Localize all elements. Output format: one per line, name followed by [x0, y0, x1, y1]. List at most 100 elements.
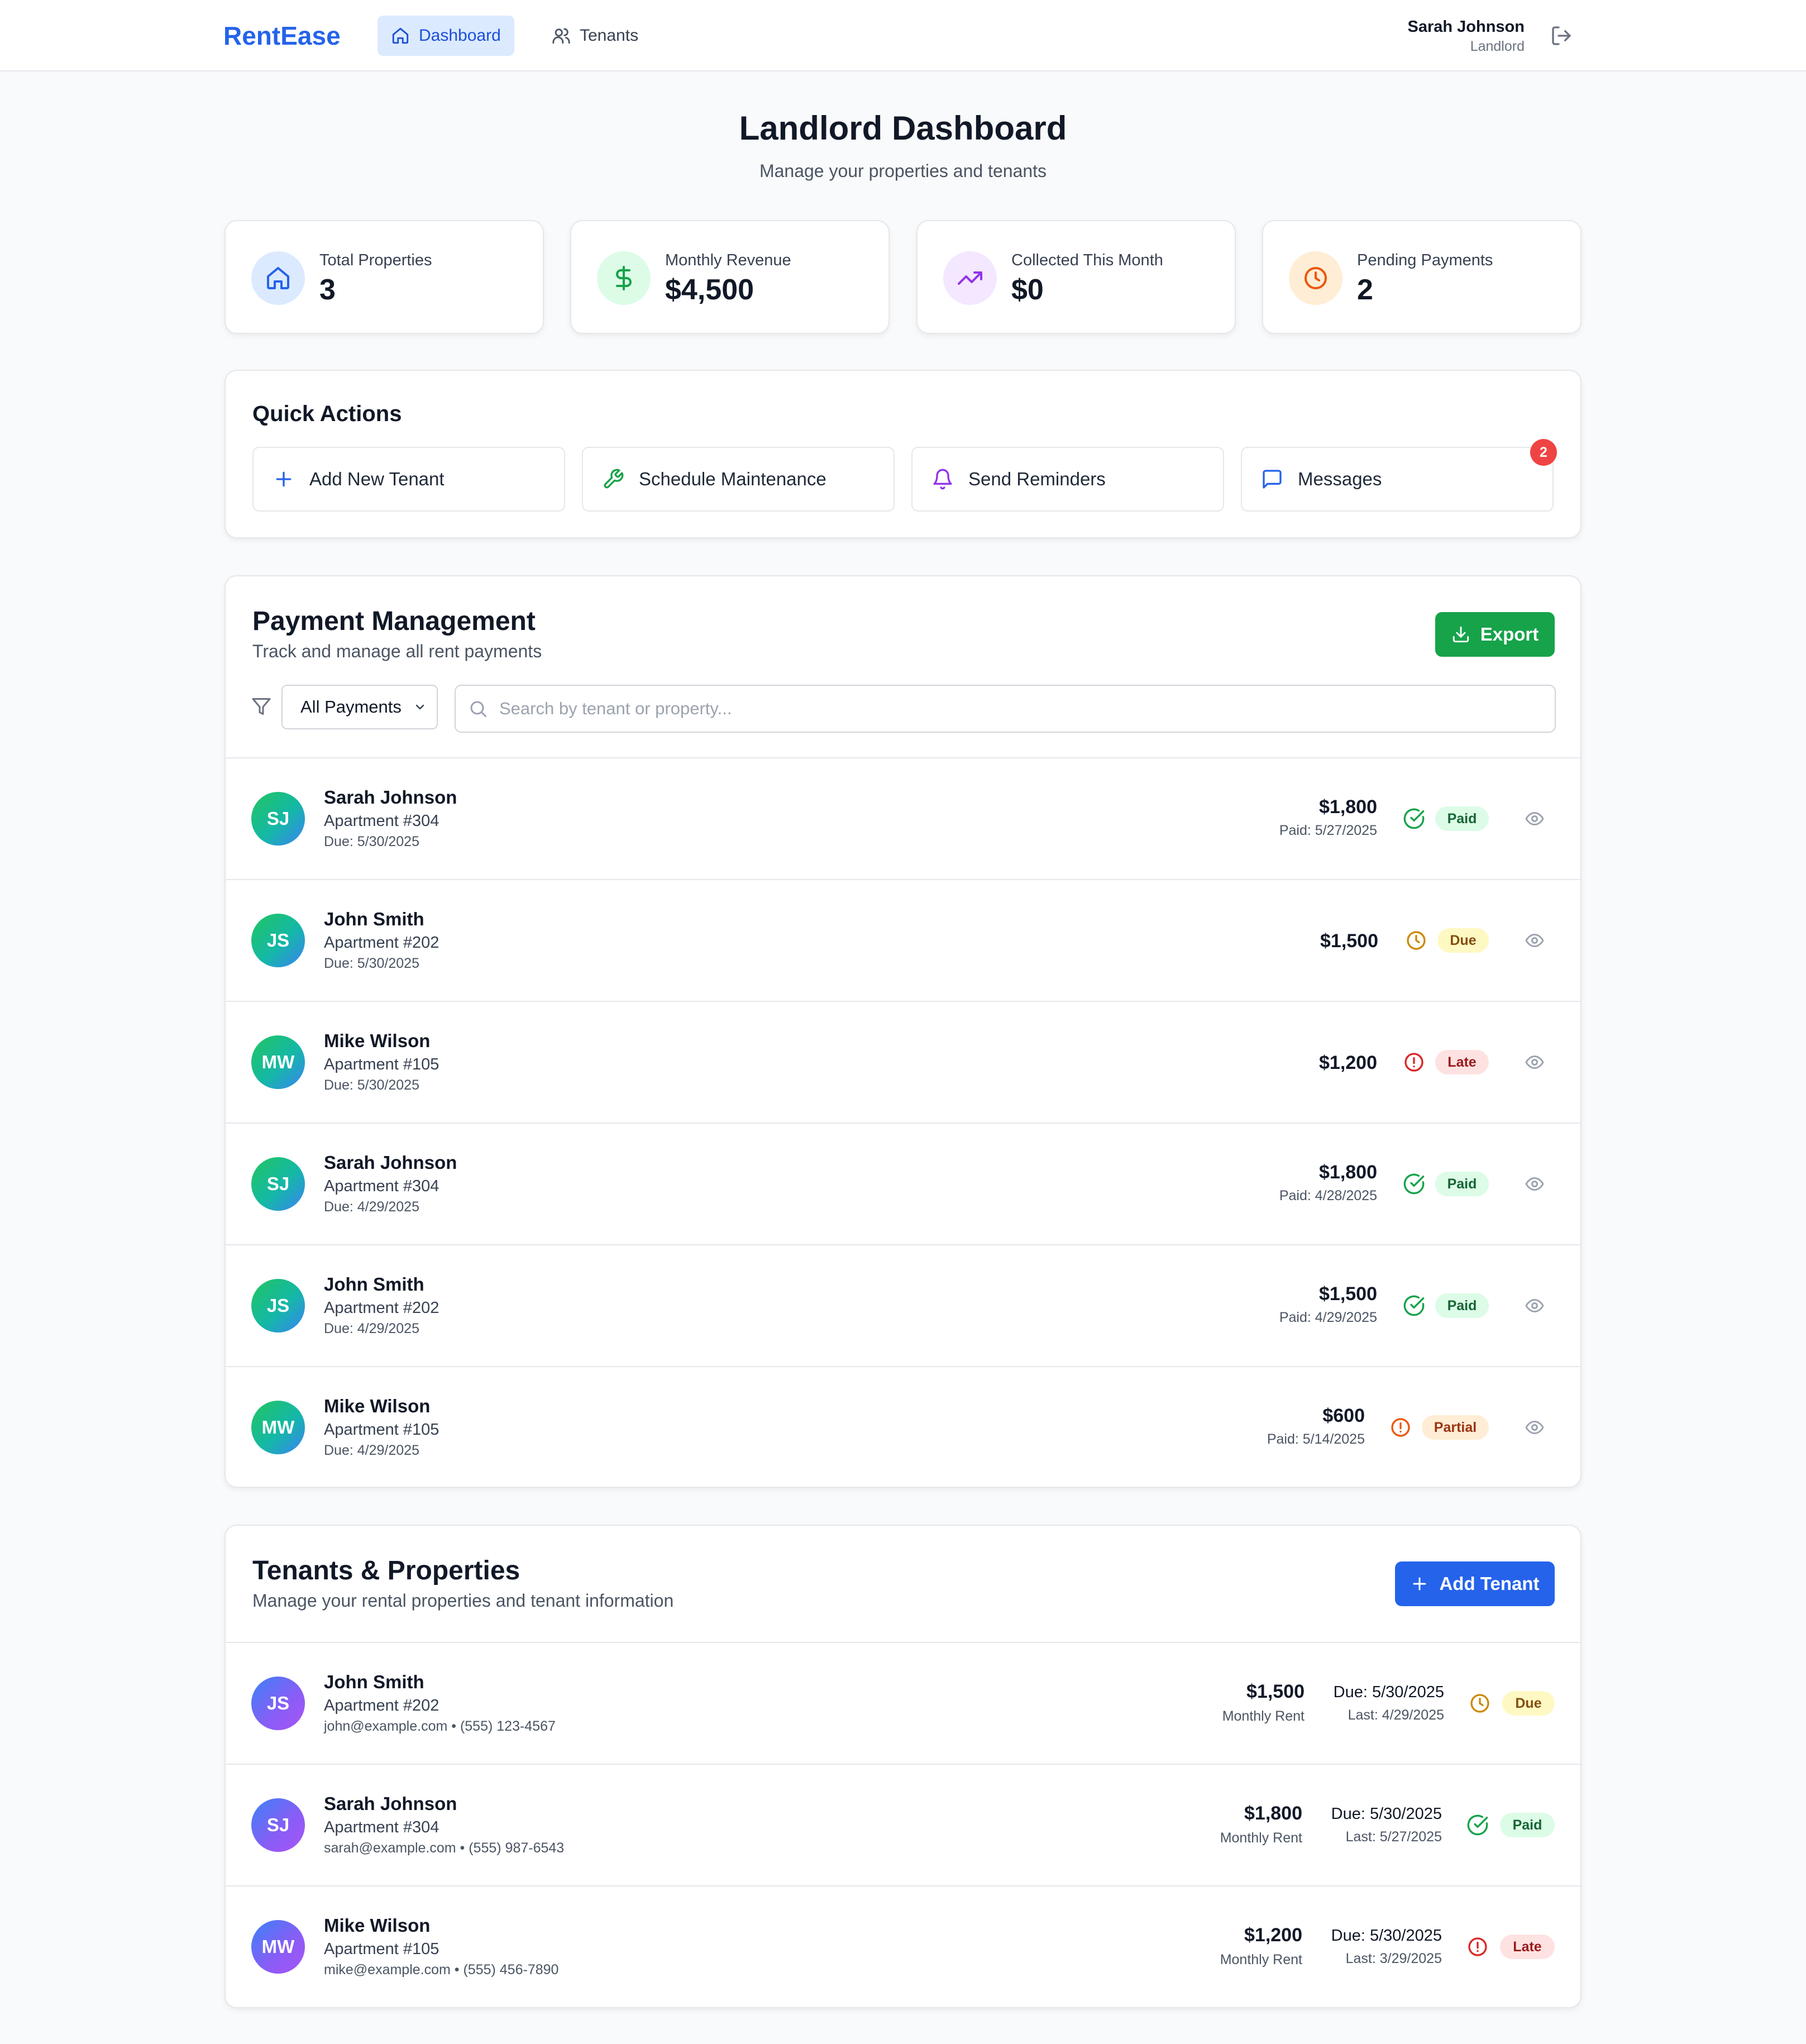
add-new-tenant-button[interactable]: Add New Tenant [252, 447, 565, 512]
quick-actions-panel: Quick Actions Add New Tenant Schedule Ma… [224, 370, 1582, 538]
stat-label: Total Properties [319, 251, 432, 269]
apartment: Apartment #202 [324, 1697, 439, 1715]
next-due-date: Due: 5/30/2025 [1331, 1927, 1442, 1945]
tenant-contact: sarah@example.com • (555) 987-6543 [324, 1840, 565, 1856]
payment-search-input[interactable] [499, 699, 1549, 719]
brand-logo[interactable]: RentEase [223, 20, 341, 51]
stat-label: Monthly Revenue [665, 251, 791, 269]
eye-icon[interactable] [1525, 1417, 1545, 1438]
stat-value: 2 [1357, 274, 1373, 306]
eye-icon[interactable] [1525, 1296, 1545, 1316]
monthly-rent-label: Monthly Rent [1220, 1952, 1302, 1967]
payment-row[interactable]: JS John Smith Apartment #202 Due: 5/30/2… [226, 879, 1580, 1001]
tenant-contact: mike@example.com • (555) 456-7890 [324, 1962, 559, 1978]
payment-search-box[interactable] [455, 685, 1556, 733]
payment-row[interactable]: JS John Smith Apartment #202 Due: 4/29/2… [226, 1244, 1580, 1366]
send-reminders-button[interactable]: Send Reminders [911, 447, 1224, 512]
tenant-name: Sarah Johnson [324, 787, 457, 808]
tenant-row[interactable]: JS John Smith Apartment #202 john@exampl… [226, 1642, 1580, 1764]
quick-actions-title: Quick Actions [252, 402, 402, 426]
payment-amount: $1,200 [1319, 1052, 1377, 1073]
stat-icon-wrap [597, 251, 651, 305]
button-label: Add New Tenant [309, 469, 445, 489]
last-payment-date: Last: 4/29/2025 [1348, 1707, 1444, 1723]
due-date: Due: 4/29/2025 [324, 1199, 419, 1215]
nav-tenants-label: Tenants [580, 26, 639, 45]
wrench-icon [604, 469, 624, 489]
tenant-name: John Smith [324, 1672, 424, 1692]
status-badge: Late [1435, 1050, 1489, 1074]
tenant-name: John Smith [324, 1274, 424, 1295]
payment-filter-select[interactable]: All Payments [281, 685, 438, 729]
filter-icon [252, 698, 271, 715]
search-icon [470, 701, 486, 717]
logout-icon[interactable] [1550, 25, 1573, 47]
stat-value: $4,500 [665, 274, 754, 306]
check-circle-icon [1403, 1295, 1425, 1316]
due-date: Due: 5/30/2025 [324, 1077, 419, 1093]
tenant-row[interactable]: SJ Sarah Johnson Apartment #304 sarah@ex… [226, 1764, 1580, 1885]
avatar: MW [251, 1401, 305, 1454]
stat-card-total-properties: Total Properties 3 [224, 220, 544, 334]
tenant-row[interactable]: MW Mike Wilson Apartment #105 mike@examp… [226, 1885, 1580, 2007]
payment-row[interactable]: MW Mike Wilson Apartment #105 Due: 5/30/… [226, 1001, 1580, 1123]
alert-circle-icon [1391, 1418, 1410, 1437]
check-circle-icon [1467, 1814, 1488, 1836]
payment-management-subtitle: Track and manage all rent payments [252, 641, 542, 661]
check-circle-icon [1403, 1173, 1425, 1195]
add-tenant-label: Add Tenant [1439, 1573, 1540, 1594]
eye-icon[interactable] [1525, 930, 1545, 951]
messages-count-badge: 2 [1530, 439, 1557, 466]
eye-icon[interactable] [1525, 1052, 1545, 1072]
tenant-name: Sarah Johnson [324, 1793, 457, 1814]
eye-icon[interactable] [1525, 1174, 1545, 1194]
messages-button[interactable]: Messages 2 [1241, 439, 1557, 512]
nav-tenants[interactable]: Tenants [538, 16, 652, 56]
user-role: Landlord [1470, 39, 1525, 54]
tenant-name: John Smith [324, 909, 424, 929]
apartment: Apartment #304 [324, 1177, 439, 1195]
button-label: Schedule Maintenance [639, 469, 826, 489]
plus-icon [276, 471, 292, 487]
status-badge: Due [1502, 1691, 1555, 1716]
top-navbar: RentEase Dashboard Tenants Sarah Johnson… [0, 0, 1806, 71]
payment-filter-value: All Payments [300, 697, 402, 717]
add-tenant-button[interactable]: Add Tenant [1395, 1561, 1555, 1606]
payment-amount: $1,800 [1319, 1162, 1377, 1183]
page-title: Landlord Dashboard [739, 109, 1067, 147]
status-badge: Paid [1435, 1293, 1489, 1318]
payment-row[interactable]: SJ Sarah Johnson Apartment #304 Due: 5/3… [226, 757, 1580, 879]
stat-card-monthly-revenue: Monthly Revenue $4,500 [570, 220, 890, 334]
payment-amount: $600 [1322, 1405, 1365, 1426]
monthly-rent: $1,500 [1246, 1681, 1305, 1702]
apartment: Apartment #304 [324, 812, 439, 830]
page-subtitle: Manage your properties and tenants [759, 161, 1047, 181]
payment-amount: $1,800 [1319, 796, 1377, 818]
payment-row[interactable]: MW Mike Wilson Apartment #105 Due: 4/29/… [226, 1366, 1580, 1488]
clock-icon [1305, 267, 1327, 289]
export-button[interactable]: Export [1435, 612, 1555, 657]
avatar: JS [251, 914, 305, 967]
apartment: Apartment #105 [324, 1056, 439, 1073]
monthly-rent-label: Monthly Rent [1222, 1708, 1305, 1724]
payment-row[interactable]: SJ Sarah Johnson Apartment #304 Due: 4/2… [226, 1123, 1580, 1244]
export-label: Export [1480, 624, 1539, 644]
chevron-down-icon [415, 704, 424, 710]
status-badge: Due [1437, 928, 1489, 953]
nav-dashboard[interactable]: Dashboard [378, 16, 514, 56]
schedule-maintenance-button[interactable]: Schedule Maintenance [582, 447, 895, 512]
eye-icon[interactable] [1525, 809, 1545, 829]
nav-dashboard-label: Dashboard [419, 26, 501, 45]
tenants-properties-panel: Tenants & Properties Manage your rental … [224, 1525, 1582, 2008]
paid-date: Paid: 4/28/2025 [1279, 1188, 1377, 1204]
button-label: Send Reminders [968, 469, 1106, 489]
tenants-properties-title: Tenants & Properties [252, 1556, 520, 1585]
apartment: Apartment #105 [324, 1421, 439, 1439]
status-badge: Paid [1435, 1172, 1489, 1196]
stat-card-pending: Pending Payments 2 [1262, 220, 1582, 334]
apartment: Apartment #105 [324, 1940, 439, 1958]
avatar: SJ [251, 1798, 305, 1852]
alert-circle-icon [1404, 1053, 1423, 1072]
status-badge: Paid [1435, 806, 1489, 831]
avatar: SJ [251, 1157, 305, 1211]
